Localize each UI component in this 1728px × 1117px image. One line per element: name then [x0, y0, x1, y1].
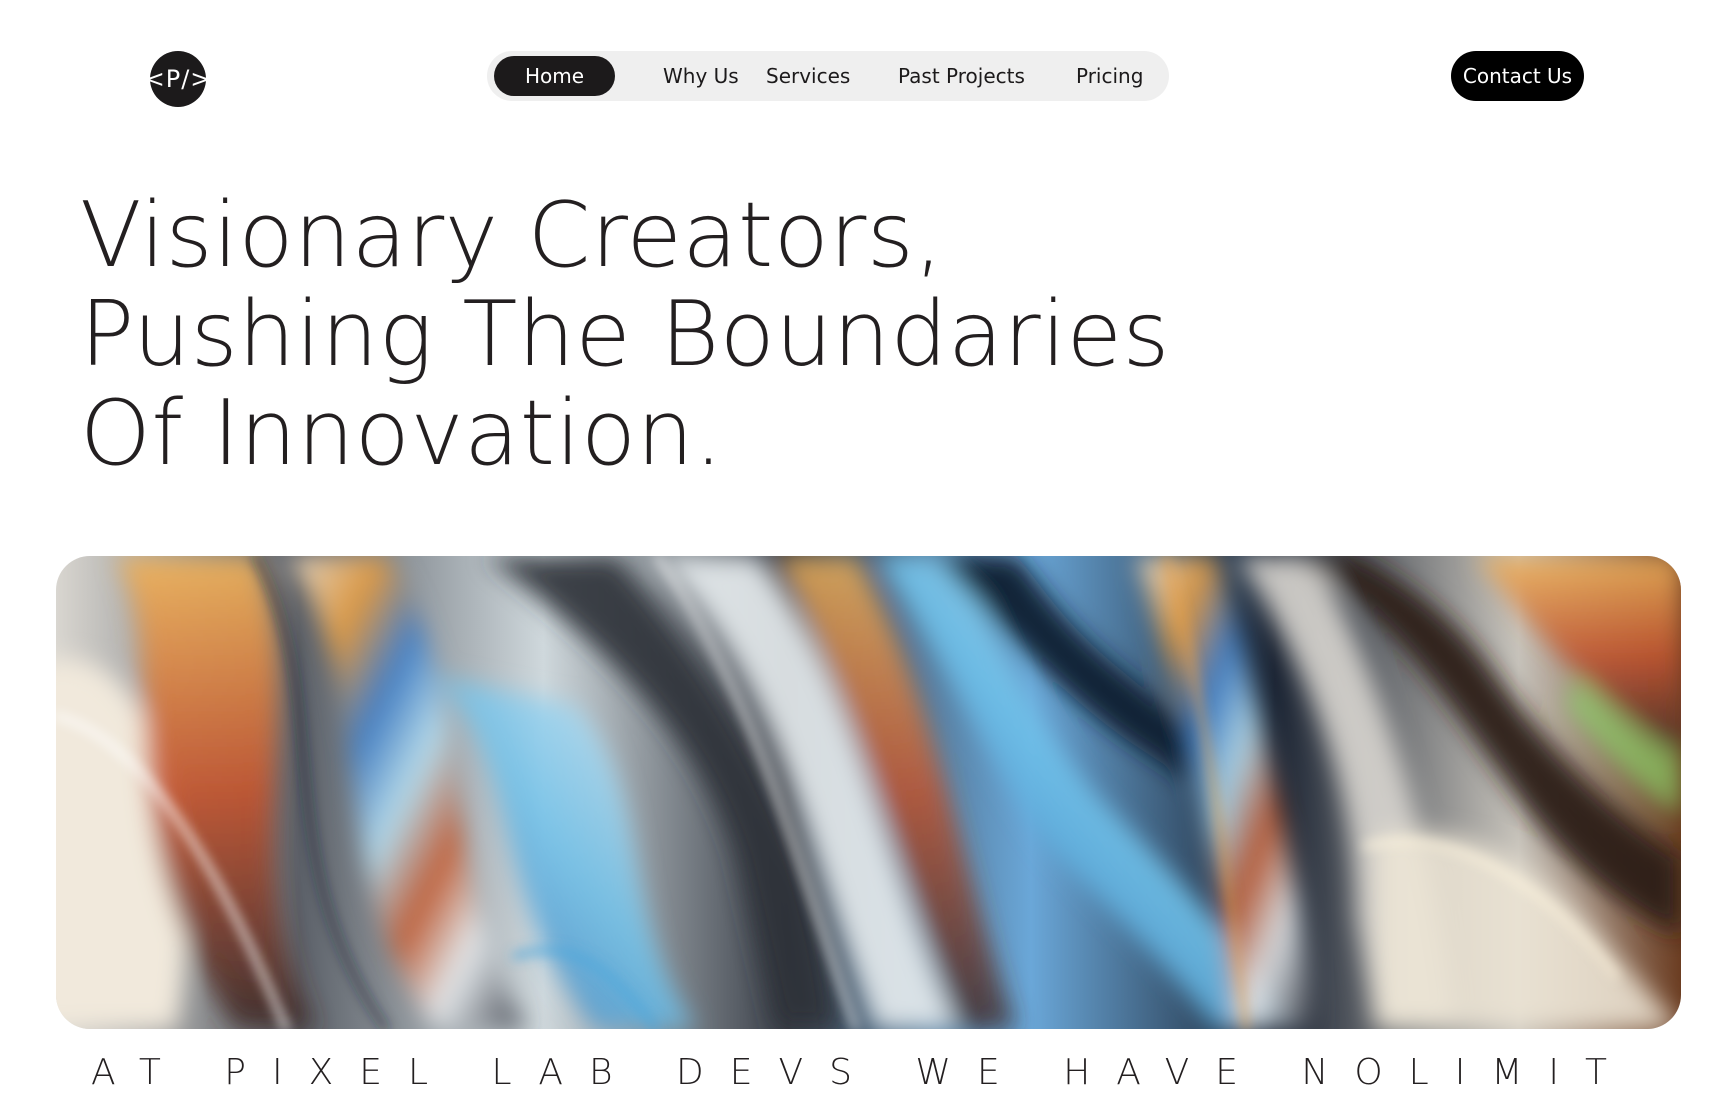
iridescent-liquid-chrome-image — [56, 556, 1681, 1029]
contact-us-button[interactable]: Contact Us — [1451, 51, 1584, 101]
headline-line-3: Of Innovation. — [80, 381, 724, 486]
brand-logo[interactable]: <P/> — [145, 51, 210, 107]
nav-item-past-projects[interactable]: Past Projects — [898, 51, 1025, 101]
hero-image — [56, 556, 1681, 1029]
nav-item-services[interactable]: Services — [766, 51, 850, 101]
nav-item-pricing[interactable]: Pricing — [1076, 51, 1143, 101]
landing-page: <P/> Home Why Us Services Past Projects … — [0, 0, 1728, 1117]
nav-item-why-us[interactable]: Why Us — [663, 51, 739, 101]
logo-text: <P/> — [144, 65, 212, 93]
tagline: AT PIXEL LAB DEVS WE HAVE NOLIMIT — [91, 1052, 1634, 1093]
hero-headline: Visionary Creators, Pushing The Boundari… — [80, 186, 1170, 483]
headline-line-2: Pushing The Boundaries — [80, 282, 1170, 387]
main-nav: Home Why Us Services Past Projects Prici… — [487, 51, 1169, 101]
headline-line-1: Visionary Creators, — [80, 183, 944, 288]
nav-item-home[interactable]: Home — [494, 56, 615, 96]
